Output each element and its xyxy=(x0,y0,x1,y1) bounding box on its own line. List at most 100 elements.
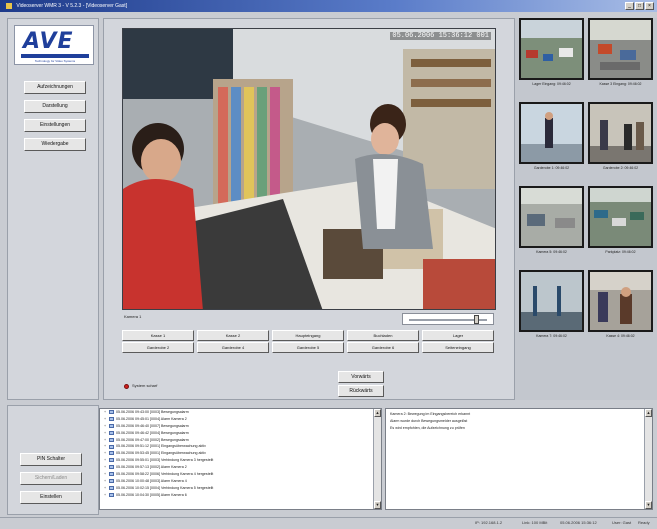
log-entry[interactable]: +05.06.2006 09:53:45 [0001] Eingangsüber… xyxy=(100,450,381,457)
logo-subtext: Technology for Video Systems xyxy=(34,59,76,63)
event-icon xyxy=(109,437,114,442)
camera-thumbnail-panel: Lager Eingang: 09:46:02 Kasse 3 Eingang:… xyxy=(515,18,657,400)
log-entry[interactable]: +05.06.2006 09:45:01 [0004] Alarm Kamera… xyxy=(100,416,381,423)
log-entry-text: 05.06.2006 10:02:15 [0004] Verbindung Ka… xyxy=(116,485,214,490)
thumbnail-label-5: Kamera 5: 09:46:02 xyxy=(536,250,567,254)
thumbnail-camera-4[interactable] xyxy=(588,102,653,164)
thumbnail-camera-2[interactable] xyxy=(588,18,653,80)
log-entry[interactable]: +05.06.2006 09:55:01 [0003] Verbindung K… xyxy=(100,457,381,464)
log-entry-text: 05.06.2006 09:47:00 [0002] Bewegungsalar… xyxy=(116,437,189,442)
log-entry-text: 05.06.2006 09:46:40 [0007] Bewegungsalar… xyxy=(116,423,189,428)
thumbnail-label-3: Garderobe 1: 09:46:02 xyxy=(533,166,570,170)
thumbnail-label-6: Parkplatz: 09:46:02 xyxy=(605,250,636,254)
thumbnail-image xyxy=(590,272,651,330)
app-icon xyxy=(6,2,12,9)
event-icon xyxy=(109,430,114,435)
forward-button[interactable]: Vorwärts xyxy=(338,371,384,383)
camera-button-lager[interactable]: Lager xyxy=(422,330,494,341)
log-entry[interactable]: +05.06.2006 09:47:00 [0002] Bewegungsala… xyxy=(100,437,381,444)
display-button[interactable]: Darstellung xyxy=(24,100,86,113)
camera-button-garderobe-2[interactable]: Garderobe 2 xyxy=(122,342,194,353)
status-user: User: Gast xyxy=(612,520,632,525)
detail-scrollbar[interactable]: ▲ ▼ xyxy=(644,409,652,509)
minimize-button[interactable]: _ xyxy=(625,2,634,10)
logo-text: AVE xyxy=(23,29,74,54)
camera-button-haupteingang[interactable]: Haupteingang xyxy=(272,330,344,341)
log-entry-text: 05.06.2006 09:43:00 [0003] Bewegungsalar… xyxy=(116,410,189,414)
thumbnail-label-2: Kasse 3 Eingang: 09:46:02 xyxy=(599,82,642,86)
log-entry-text: 05.06.2006 10:04:30 [0005] Alarm Kamera … xyxy=(116,492,187,497)
event-detail-text[interactable]: Kamera 2: Bewegung im Eingangsbereich er… xyxy=(385,408,653,510)
recordings-button[interactable]: Aufzeichnungen xyxy=(24,81,86,94)
camera-button-kasse-2[interactable]: Kasse 2 xyxy=(197,330,269,341)
log-entry[interactable]: +05.06.2006 09:46:40 [0007] Bewegungsala… xyxy=(100,423,381,430)
camera-button-garderobe-5[interactable]: Garderobe 5 xyxy=(272,342,344,353)
thumbnail-camera-3[interactable] xyxy=(519,102,584,164)
scroll-down-arrow-icon[interactable]: ▼ xyxy=(645,501,652,509)
playback-slider[interactable] xyxy=(402,313,494,325)
camera-button-buchladen[interactable]: Buchladen xyxy=(347,330,419,341)
log-entry[interactable]: +05.06.2006 10:04:30 [0005] Alarm Kamera… xyxy=(100,492,381,499)
log-entry-text: 05.06.2006 09:58:22 [0006] Verbindung Ka… xyxy=(116,472,214,477)
live-video-frame[interactable]: 05.06.2006 15:36:12 001 xyxy=(122,28,496,310)
event-icon xyxy=(109,410,114,415)
log-entry[interactable]: +05.06.2006 09:58:22 [0006] Verbindung K… xyxy=(100,471,381,478)
backward-button[interactable]: Rückwärts xyxy=(338,385,384,397)
save-load-button[interactable]: Sichern/Laden xyxy=(20,472,82,485)
scroll-up-arrow-icon[interactable]: ▲ xyxy=(374,409,381,417)
log-entry-text: 05.06.2006 09:55:01 [0003] Verbindung Ka… xyxy=(116,458,214,463)
log-entry-text: 05.06.2006 09:46:42 [0004] Bewegungsalar… xyxy=(116,430,189,435)
pin-switch-button[interactable]: PIN Schalter xyxy=(20,453,82,466)
thumbnail-image xyxy=(590,20,651,78)
thumbnail-camera-5[interactable] xyxy=(519,186,584,248)
event-log-list[interactable]: +05.06.2006 09:43:00 [0003] Bewegungsala… xyxy=(99,408,382,510)
thumbnail-camera-6[interactable] xyxy=(588,186,653,248)
thumbnail-image xyxy=(590,188,651,246)
detail-line: Kamera 2: Bewegung im Eingangsbereich er… xyxy=(390,412,471,416)
log-entry-text: 05.06.2006 09:53:45 [0001] Eingangsüberw… xyxy=(116,451,206,456)
status-ip: IP: 192.168.1.2 xyxy=(475,520,503,525)
window-title-bar: Videoserver WMR 3 - V 5.2.3 - [Videoserv… xyxy=(0,0,657,12)
log-entry[interactable]: +05.06.2006 09:51:12 [0001] Eingangsüber… xyxy=(100,443,381,450)
thumbnail-image xyxy=(521,20,582,78)
setup-button[interactable]: Einstellen xyxy=(20,491,82,504)
camera-name-label: Kamera 1 xyxy=(124,314,142,319)
detail-line: Alarm wurde durch Bewegungsmelder ausgel… xyxy=(390,419,468,423)
window-title: Videoserver WMR 3 - V 5.2.3 - [Videoserv… xyxy=(16,3,128,9)
close-button[interactable]: × xyxy=(645,2,654,10)
playback-button[interactable]: Wiedergabe xyxy=(24,138,86,151)
event-icon xyxy=(109,444,114,449)
maximize-button[interactable]: □ xyxy=(635,2,644,10)
event-icon xyxy=(109,472,114,477)
log-entry[interactable]: +05.06.2006 09:46:42 [0004] Bewegungsala… xyxy=(100,430,381,437)
thumbnail-camera-7[interactable] xyxy=(519,270,584,332)
log-entry-text: 05.06.2006 09:57:13 [0002] Alarm Kamera … xyxy=(116,465,187,470)
camera-button-garderobe-6[interactable]: Garderobe 6 xyxy=(347,342,419,353)
log-entry[interactable]: +05.06.2006 10:00:48 [0003] Alarm Kamera… xyxy=(100,478,381,485)
log-entry[interactable]: +05.06.2006 09:57:13 [0002] Alarm Kamera… xyxy=(100,464,381,471)
event-icon xyxy=(109,416,114,421)
camera-button-kasse-1[interactable]: Kasse 1 xyxy=(122,330,194,341)
logo-underline xyxy=(21,54,89,58)
log-scrollbar[interactable]: ▲ ▼ xyxy=(373,409,381,509)
log-entry-text: 05.06.2006 09:45:01 [0004] Alarm Kamera … xyxy=(116,416,187,421)
camera-button-seiteneingang[interactable]: Seiteneingang xyxy=(422,342,494,353)
settings-button[interactable]: Einstellungen xyxy=(24,119,86,132)
ave-logo: AVE Technology for Video Systems xyxy=(14,25,94,65)
scroll-down-arrow-icon[interactable]: ▼ xyxy=(374,501,381,509)
thumbnail-camera-1[interactable] xyxy=(519,18,584,80)
thumbnail-label-1: Lager Eingang: 09:46:02 xyxy=(532,82,571,86)
log-entry-text: 05.06.2006 09:51:12 [0001] Eingangsüberw… xyxy=(116,444,206,449)
log-entry-text: 05.06.2006 10:00:48 [0003] Alarm Kamera … xyxy=(116,478,187,483)
alarm-status-indicator xyxy=(124,384,129,389)
scroll-up-arrow-icon[interactable]: ▲ xyxy=(645,409,652,417)
log-entry[interactable]: +05.06.2006 09:43:00 [0003] Bewegungsala… xyxy=(100,409,381,416)
main-video-panel: 05.06.2006 15:36:12 001 Kamera 1 Kasse 1… xyxy=(103,18,515,400)
status-bar: IP: 192.168.1.2 Link: 100 MBit 05.06.200… xyxy=(0,517,657,529)
camera-button-garderobe-4[interactable]: Garderobe 4 xyxy=(197,342,269,353)
thumbnail-camera-8[interactable] xyxy=(588,270,653,332)
log-entry[interactable]: +05.06.2006 10:02:15 [0004] Verbindung K… xyxy=(100,485,381,492)
slider-thumb[interactable] xyxy=(473,315,479,324)
event-icon xyxy=(109,478,114,483)
status-datetime: 05.06.2006 15:36:12 xyxy=(560,520,597,525)
